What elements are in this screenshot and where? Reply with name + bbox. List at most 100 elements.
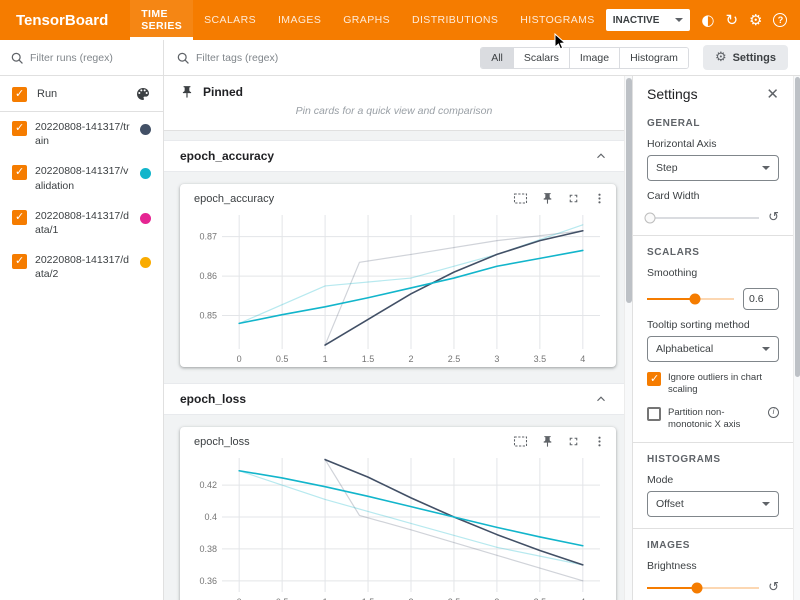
slider-thumb[interactable] bbox=[645, 212, 656, 223]
chevron-down-icon bbox=[762, 166, 770, 170]
chevron-up-icon[interactable] bbox=[594, 149, 608, 163]
epoch-loss-chart[interactable]: 00.511.522.533.540.360.380.40.42 bbox=[186, 450, 610, 600]
settings-title: Settings bbox=[647, 86, 698, 102]
settings-scrollbar[interactable] bbox=[793, 76, 800, 600]
slider-thumb[interactable] bbox=[692, 582, 703, 593]
filter-histogram-button[interactable]: Histogram bbox=[619, 48, 688, 68]
fullscreen-icon[interactable] bbox=[567, 192, 580, 205]
filter-all-button[interactable]: All bbox=[481, 48, 513, 68]
run-checkbox[interactable] bbox=[12, 254, 27, 269]
filter-scalars-button[interactable]: Scalars bbox=[513, 48, 569, 68]
fit-domain-icon[interactable] bbox=[513, 192, 528, 205]
brightness-slider[interactable] bbox=[647, 587, 759, 589]
run-color-dot bbox=[140, 213, 151, 224]
close-icon[interactable]: ✕ bbox=[766, 87, 779, 102]
svg-text:1: 1 bbox=[323, 354, 328, 364]
chart-card-epoch-accuracy: epoch_accuracy bbox=[180, 184, 616, 367]
brightness-label: Brightness bbox=[647, 560, 779, 572]
smoothing-row bbox=[647, 288, 779, 310]
settings-panel-header: Settings ✕ bbox=[647, 86, 779, 110]
header-actions: INACTIVE ◐ ↻ ⚙ ? bbox=[606, 0, 800, 40]
pinned-section: Pinned Pin cards for a quick view and co… bbox=[164, 76, 624, 131]
tab-histograms[interactable]: HISTOGRAMS bbox=[509, 0, 605, 40]
fit-domain-icon[interactable] bbox=[513, 435, 528, 448]
main-scrollbar[interactable] bbox=[624, 76, 632, 600]
run-checkbox[interactable] bbox=[12, 165, 27, 180]
tab-time-series[interactable]: TIME SERIES bbox=[130, 0, 193, 40]
reload-status-value: INACTIVE bbox=[613, 15, 660, 26]
histogram-mode-value: Offset bbox=[656, 498, 684, 510]
main-content: Pinned Pin cards for a quick view and co… bbox=[164, 76, 632, 600]
search-icon bbox=[176, 51, 190, 65]
tooltip-sorting-select[interactable]: Alphabetical bbox=[647, 336, 779, 362]
card-width-slider[interactable] bbox=[647, 217, 759, 219]
tab-images[interactable]: IMAGES bbox=[267, 0, 332, 40]
smoothing-value-input[interactable] bbox=[743, 288, 779, 310]
dark-mode-toggle-icon[interactable]: ◐ bbox=[701, 13, 714, 28]
reload-status-select[interactable]: INACTIVE bbox=[606, 9, 691, 31]
reset-icon[interactable]: ↺ bbox=[768, 581, 779, 594]
card-width-row: ↺ bbox=[647, 211, 779, 224]
card-actions bbox=[513, 192, 606, 205]
help-icon[interactable]: ? bbox=[773, 13, 787, 27]
run-name: 20220808-141317/validation bbox=[35, 164, 132, 192]
ignore-outliers-checkbox[interactable] bbox=[647, 372, 661, 386]
run-row-train[interactable]: 20220808-141317/train bbox=[0, 112, 163, 156]
partition-x-axis-checkbox[interactable] bbox=[647, 407, 661, 421]
filter-tags-box bbox=[164, 51, 480, 65]
filter-tags-input[interactable] bbox=[196, 52, 468, 64]
smoothing-slider[interactable] bbox=[647, 298, 734, 300]
pinned-header: Pinned bbox=[164, 76, 624, 102]
tab-distributions[interactable]: DISTRIBUTIONS bbox=[401, 0, 509, 40]
tab-scalars[interactable]: SCALARS bbox=[193, 0, 267, 40]
run-checkbox[interactable] bbox=[12, 210, 27, 225]
chevron-up-icon[interactable] bbox=[594, 392, 608, 406]
filter-image-button[interactable]: Image bbox=[569, 48, 619, 68]
horizontal-axis-label: Horizontal Axis bbox=[647, 138, 779, 150]
tensorboard-app: TensorBoard TIME SERIES SCALARS IMAGES G… bbox=[0, 0, 800, 600]
gear-icon[interactable]: ⚙ bbox=[749, 13, 762, 28]
app-body: Run 20220808-141317/train 20220808-14131… bbox=[0, 76, 800, 600]
select-all-runs-checkbox[interactable] bbox=[12, 87, 27, 102]
more-vert-icon[interactable] bbox=[593, 192, 606, 205]
section-title-general: GENERAL bbox=[647, 118, 779, 129]
settings-button[interactable]: ⚙ Settings bbox=[703, 45, 788, 70]
horizontal-axis-select[interactable]: Step bbox=[647, 155, 779, 181]
filter-runs-input[interactable] bbox=[30, 52, 153, 64]
scrollbar-thumb[interactable] bbox=[626, 78, 632, 303]
histogram-mode-select[interactable]: Offset bbox=[647, 491, 779, 517]
filter-runs-box bbox=[0, 40, 164, 75]
section-header-epoch-accuracy[interactable]: epoch_accuracy bbox=[164, 140, 624, 172]
run-row-validation[interactable]: 20220808-141317/validation bbox=[0, 156, 163, 200]
tooltip-sorting-value: Alphabetical bbox=[656, 343, 713, 355]
epoch-accuracy-chart[interactable]: 00.511.522.533.540.850.860.87 bbox=[186, 207, 610, 367]
partition-x-axis-row[interactable]: Partition non-monotonic X axis i bbox=[647, 407, 779, 432]
settings-button-label: Settings bbox=[733, 52, 776, 64]
reset-icon[interactable]: ↺ bbox=[768, 211, 779, 224]
tag-type-filter-group: All Scalars Image Histogram bbox=[480, 47, 689, 69]
section-header-epoch-loss[interactable]: epoch_loss bbox=[164, 383, 624, 415]
slider-fill bbox=[647, 587, 697, 589]
runs-header-label: Run bbox=[37, 88, 125, 100]
gear-icon: ⚙ bbox=[715, 50, 727, 65]
svg-text:0.42: 0.42 bbox=[199, 480, 217, 490]
info-icon[interactable]: i bbox=[768, 407, 779, 418]
card-actions bbox=[513, 435, 606, 448]
pin-icon[interactable] bbox=[541, 435, 554, 448]
pin-icon[interactable] bbox=[541, 192, 554, 205]
run-color-dot bbox=[140, 257, 151, 268]
card-header: epoch_loss bbox=[180, 427, 616, 448]
run-checkbox[interactable] bbox=[12, 121, 27, 136]
run-name: 20220808-141317/train bbox=[35, 120, 132, 148]
scrollbar-thumb[interactable] bbox=[795, 77, 800, 377]
more-vert-icon[interactable] bbox=[593, 435, 606, 448]
tab-graphs[interactable]: GRAPHS bbox=[332, 0, 401, 40]
fullscreen-icon[interactable] bbox=[567, 435, 580, 448]
run-color-dot bbox=[140, 124, 151, 135]
run-row-data-2[interactable]: 20220808-141317/data/2 bbox=[0, 245, 163, 289]
palette-icon[interactable] bbox=[135, 86, 151, 102]
refresh-icon[interactable]: ↻ bbox=[725, 13, 738, 28]
ignore-outliers-row[interactable]: Ignore outliers in chart scaling bbox=[647, 372, 779, 397]
run-row-data-1[interactable]: 20220808-141317/data/1 bbox=[0, 201, 163, 245]
slider-thumb[interactable] bbox=[689, 294, 700, 305]
